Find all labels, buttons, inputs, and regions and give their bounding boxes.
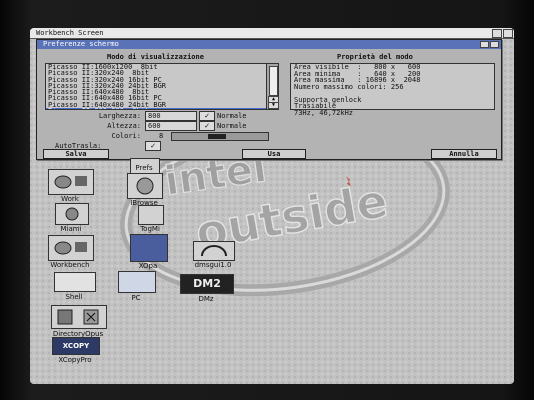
autoscroll-checkbox[interactable]: ✓ bbox=[145, 141, 161, 151]
icon-label: dmsgui1.0 bbox=[194, 261, 232, 269]
use-button[interactable]: Usa bbox=[242, 149, 306, 159]
icon-label: XOpa bbox=[138, 262, 158, 270]
colors-slider[interactable] bbox=[171, 132, 269, 141]
colors-label: Colori: bbox=[111, 132, 141, 140]
mode-list-scrollbar[interactable]: ▲ ▼ bbox=[266, 63, 279, 110]
width-label: Larghezza: bbox=[98, 112, 141, 120]
colors-slider-knob[interactable] bbox=[208, 134, 226, 139]
width-default-label: Normale bbox=[217, 112, 247, 120]
height-default-checkbox[interactable]: ✓ bbox=[199, 121, 215, 131]
cancel-button[interactable]: Annulla bbox=[431, 149, 497, 159]
width-default-checkbox[interactable]: ✓ bbox=[199, 111, 215, 121]
mode-properties-panel: Area visibile : 800 x 600 Area minima : 6… bbox=[290, 63, 495, 116]
icon-label: PC bbox=[131, 294, 141, 302]
icon-label: Prefs bbox=[135, 164, 153, 172]
zoom-gadget-icon[interactable] bbox=[503, 29, 513, 38]
dm2-badge: DM2 bbox=[180, 274, 234, 294]
icon-label: TogMi bbox=[140, 225, 160, 233]
depth-gadget-icon[interactable] bbox=[492, 29, 502, 38]
workbench-title: Workbench Screen bbox=[36, 29, 104, 37]
save-button[interactable]: Salva bbox=[43, 149, 109, 159]
icon-label: Shell bbox=[65, 293, 83, 301]
icon-label: DMz bbox=[198, 295, 214, 303]
icon-label: XCopyPro bbox=[58, 356, 92, 364]
window-title-bar[interactable]: Preferenze schermo bbox=[37, 40, 501, 49]
modes-header: Modo di visualizzazione bbox=[107, 53, 204, 61]
icon-label: Miami bbox=[60, 225, 82, 233]
scroll-down-icon[interactable]: ▼ bbox=[268, 102, 279, 109]
width-field[interactable]: 800 bbox=[145, 111, 197, 121]
icon-label: Workbench bbox=[50, 261, 90, 269]
window-zoom-icon[interactable] bbox=[490, 41, 499, 48]
window-title: Preferenze schermo bbox=[43, 40, 119, 48]
height-label: Altezza: bbox=[107, 122, 141, 130]
colors-value: 8 bbox=[159, 132, 164, 140]
display-mode-list[interactable]: Picasso II:1600x1200 8bit Picasso II:320x… bbox=[45, 63, 267, 110]
props-header: Proprietà del modo bbox=[337, 53, 413, 61]
property-line: 73Hz, 46,72kHz bbox=[294, 108, 354, 117]
workbench-title-bar[interactable]: Workbench Screen bbox=[30, 28, 514, 39]
height-default-label: Normale bbox=[217, 122, 247, 130]
screenmode-prefs-window: Preferenze schermo Modo di visualizzazio… bbox=[36, 39, 502, 160]
xcopy-badge: XCOPY bbox=[52, 337, 100, 355]
height-field[interactable]: 600 bbox=[145, 121, 197, 131]
icon-label: Work bbox=[61, 195, 79, 203]
amiga-screen: intel outside Workbench Screen Preferenz… bbox=[30, 28, 514, 384]
scroll-knob[interactable] bbox=[269, 66, 278, 96]
window-depth-icon[interactable] bbox=[480, 41, 489, 48]
